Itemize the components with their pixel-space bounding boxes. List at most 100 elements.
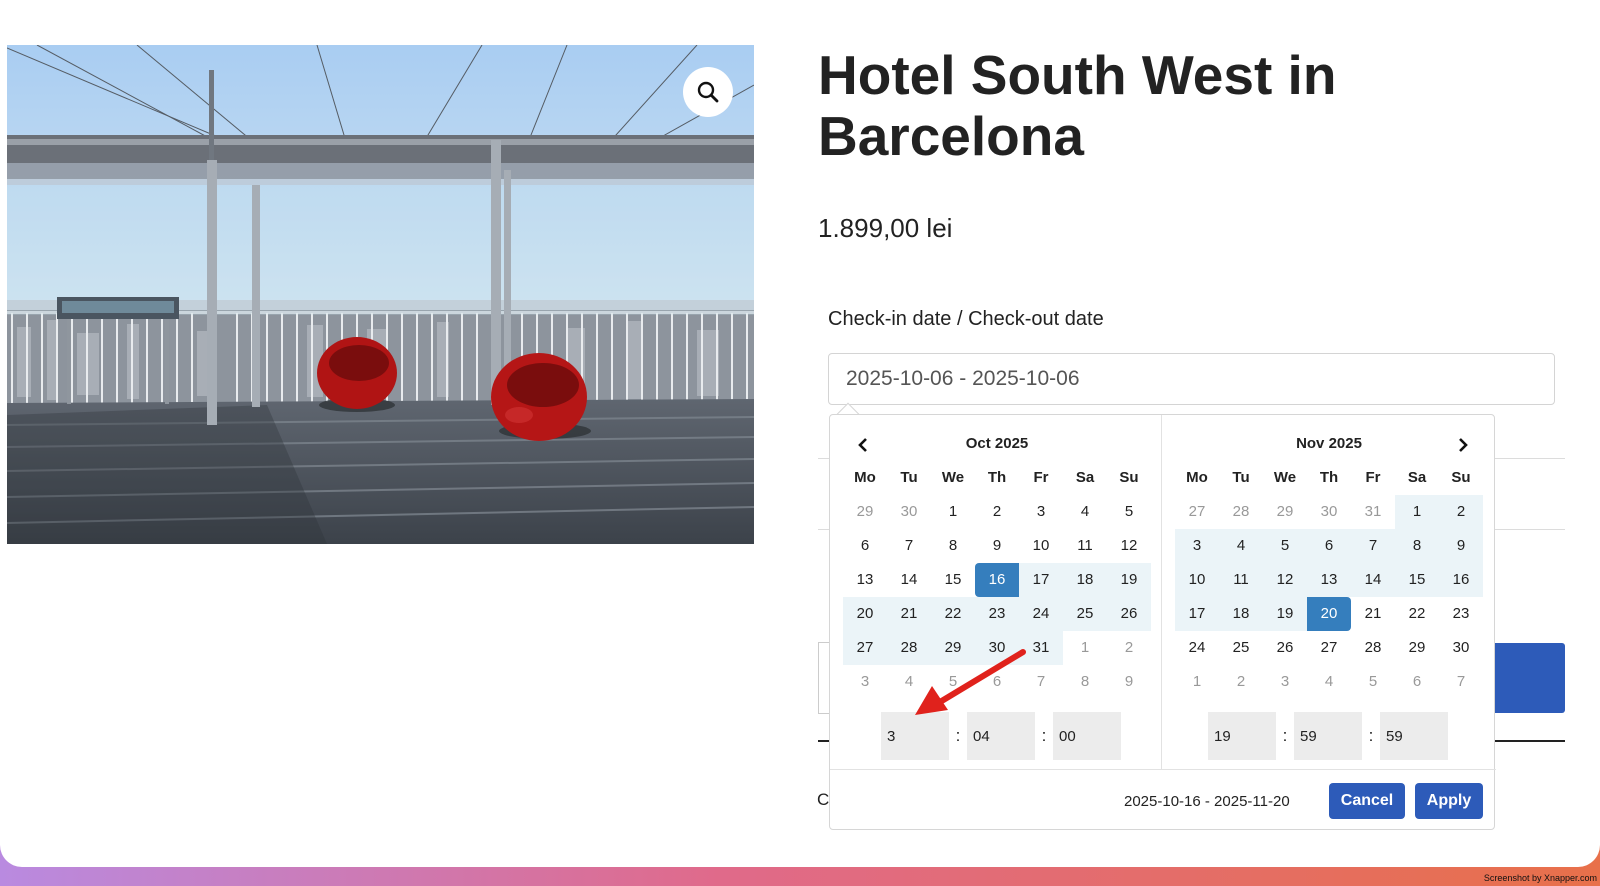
calendar-day[interactable]: 5 xyxy=(1107,495,1151,529)
calendar-day[interactable]: 17 xyxy=(1019,563,1063,597)
calendar-day[interactable]: 7 xyxy=(887,529,931,563)
calendar-day[interactable]: 3 xyxy=(843,665,887,699)
product-page: Hotel South West in Barcelona 1.899,00 l… xyxy=(0,0,1600,867)
calendar-day[interactable]: 9 xyxy=(975,529,1019,563)
calendar-day[interactable]: 29 xyxy=(843,495,887,529)
calendar-day[interactable]: 24 xyxy=(1019,597,1063,631)
product-image[interactable] xyxy=(7,45,754,544)
time-separator: : xyxy=(1282,726,1288,745)
calendar-day[interactable]: 9 xyxy=(1439,529,1483,563)
calendar-day[interactable]: 8 xyxy=(1063,665,1107,699)
calendar-day[interactable]: 31 xyxy=(1351,495,1395,529)
calendar-day[interactable]: 9 xyxy=(1107,665,1151,699)
end-second-select[interactable]: 59 xyxy=(1380,712,1448,760)
calendar-day[interactable]: 11 xyxy=(1063,529,1107,563)
calendar-day[interactable]: 7 xyxy=(1351,529,1395,563)
calendar-day[interactable]: 21 xyxy=(887,597,931,631)
picker-footer-divider xyxy=(830,769,1496,770)
calendar-day[interactable]: 6 xyxy=(1307,529,1351,563)
calendar-day[interactable]: 14 xyxy=(887,563,931,597)
calendar-day[interactable]: 5 xyxy=(1351,665,1395,699)
end-hour-select[interactable]: 19 xyxy=(1208,712,1276,760)
calendar-day[interactable]: 8 xyxy=(1395,529,1439,563)
calendar-day[interactable]: 12 xyxy=(1107,529,1151,563)
calendar-day[interactable]: 3 xyxy=(1175,529,1219,563)
calendar-day[interactable]: 16 xyxy=(1439,563,1483,597)
calendar-day[interactable]: 21 xyxy=(1351,597,1395,631)
time-separator: : xyxy=(955,726,961,745)
calendar-day[interactable]: 13 xyxy=(1307,563,1351,597)
calendar-day[interactable]: 26 xyxy=(1263,631,1307,665)
calendar-day[interactable]: 23 xyxy=(1439,597,1483,631)
calendar-day[interactable]: 22 xyxy=(931,597,975,631)
calendar-day[interactable]: 18 xyxy=(1219,597,1263,631)
end-time-selector: 19 : 59 : 59 xyxy=(1208,712,1448,760)
calendar-day[interactable]: 30 xyxy=(1307,495,1351,529)
product-title: Hotel South West in Barcelona xyxy=(818,44,1337,167)
calendar-day-selected[interactable]: 20 xyxy=(1307,597,1351,631)
calendar-day[interactable]: 25 xyxy=(1219,631,1263,665)
calendar-day[interactable]: 8 xyxy=(931,529,975,563)
calendar-day[interactable]: 22 xyxy=(1395,597,1439,631)
calendar-day[interactable]: 2 xyxy=(1439,495,1483,529)
time-separator: : xyxy=(1041,726,1047,745)
calendar-day[interactable]: 17 xyxy=(1175,597,1219,631)
annotation-arrow-icon xyxy=(915,649,1026,715)
weekday-header: We xyxy=(941,469,965,486)
calendar-day[interactable]: 27 xyxy=(1175,495,1219,529)
calendar-day[interactable]: 30 xyxy=(887,495,931,529)
calendar-day[interactable]: 12 xyxy=(1263,563,1307,597)
calendar-day[interactable]: 5 xyxy=(1263,529,1307,563)
calendar-day[interactable]: 4 xyxy=(1307,665,1351,699)
calendar-day[interactable]: 28 xyxy=(1219,495,1263,529)
calendar-day[interactable]: 19 xyxy=(1263,597,1307,631)
start-second-select[interactable]: 00 xyxy=(1053,712,1121,760)
calendar-day[interactable]: 3 xyxy=(1019,495,1063,529)
calendar-day[interactable]: 1 xyxy=(1063,631,1107,665)
calendar-day[interactable]: 24 xyxy=(1175,631,1219,665)
calendar-day[interactable]: 25 xyxy=(1063,597,1107,631)
calendar-day[interactable]: 11 xyxy=(1219,563,1263,597)
calendar-day[interactable]: 23 xyxy=(975,597,1019,631)
calendar-day[interactable]: 7 xyxy=(1439,665,1483,699)
weekday-header: Mo xyxy=(854,469,876,486)
calendar-day[interactable]: 3 xyxy=(1263,665,1307,699)
calendar-day[interactable]: 1 xyxy=(1175,665,1219,699)
calendar-day[interactable]: 4 xyxy=(1219,529,1263,563)
next-month-button[interactable] xyxy=(1451,433,1475,457)
calendar-day[interactable]: 30 xyxy=(1439,631,1483,665)
calendar-day[interactable]: 27 xyxy=(1307,631,1351,665)
calendar-day[interactable]: 13 xyxy=(843,563,887,597)
calendar-day[interactable]: 2 xyxy=(1107,631,1151,665)
calendar-day-selected[interactable]: 16 xyxy=(975,563,1019,597)
calendar-day[interactable]: 29 xyxy=(1395,631,1439,665)
calendar-day[interactable]: 28 xyxy=(1351,631,1395,665)
calendar-day[interactable]: 15 xyxy=(1395,563,1439,597)
calendar-day[interactable]: 4 xyxy=(1063,495,1107,529)
calendar-day[interactable]: 27 xyxy=(843,631,887,665)
apply-button[interactable]: Apply xyxy=(1415,783,1483,819)
calendar-day[interactable]: 20 xyxy=(843,597,887,631)
calendar-day[interactable]: 10 xyxy=(1019,529,1063,563)
calendar-day[interactable]: 1 xyxy=(1395,495,1439,529)
zoom-button[interactable] xyxy=(683,67,733,117)
calendar-day[interactable]: 2 xyxy=(1219,665,1263,699)
weekday-header: Tu xyxy=(900,469,918,486)
calendar-day[interactable]: 15 xyxy=(931,563,975,597)
calendar-day[interactable]: 14 xyxy=(1351,563,1395,597)
calendar-day[interactable]: 2 xyxy=(975,495,1019,529)
calendar-day[interactable]: 1 xyxy=(931,495,975,529)
cancel-button[interactable]: Cancel xyxy=(1329,783,1405,819)
calendar-day[interactable]: 10 xyxy=(1175,563,1219,597)
magnifier-icon xyxy=(697,81,719,103)
calendar-day[interactable]: 19 xyxy=(1107,563,1151,597)
selected-range-label: 2025-10-16 - 2025-11-20 xyxy=(1124,793,1290,810)
calendar-day[interactable]: 26 xyxy=(1107,597,1151,631)
date-range-input[interactable]: 2025-10-06 - 2025-10-06 xyxy=(828,353,1555,405)
month-title: Nov 2025 xyxy=(1296,435,1362,452)
calendar-day[interactable]: 6 xyxy=(843,529,887,563)
end-minute-select[interactable]: 59 xyxy=(1294,712,1362,760)
calendar-day[interactable]: 18 xyxy=(1063,563,1107,597)
calendar-day[interactable]: 6 xyxy=(1395,665,1439,699)
calendar-day[interactable]: 29 xyxy=(1263,495,1307,529)
